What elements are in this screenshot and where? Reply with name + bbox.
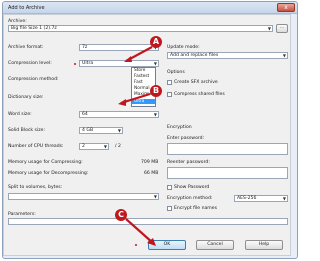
arrow-c-line (125, 218, 154, 244)
callout-c: C (115, 209, 127, 221)
callout-b: B (150, 85, 162, 97)
arrow-a-head (124, 56, 132, 62)
callout-a: A (150, 36, 162, 48)
arrow-b-head (118, 99, 126, 106)
